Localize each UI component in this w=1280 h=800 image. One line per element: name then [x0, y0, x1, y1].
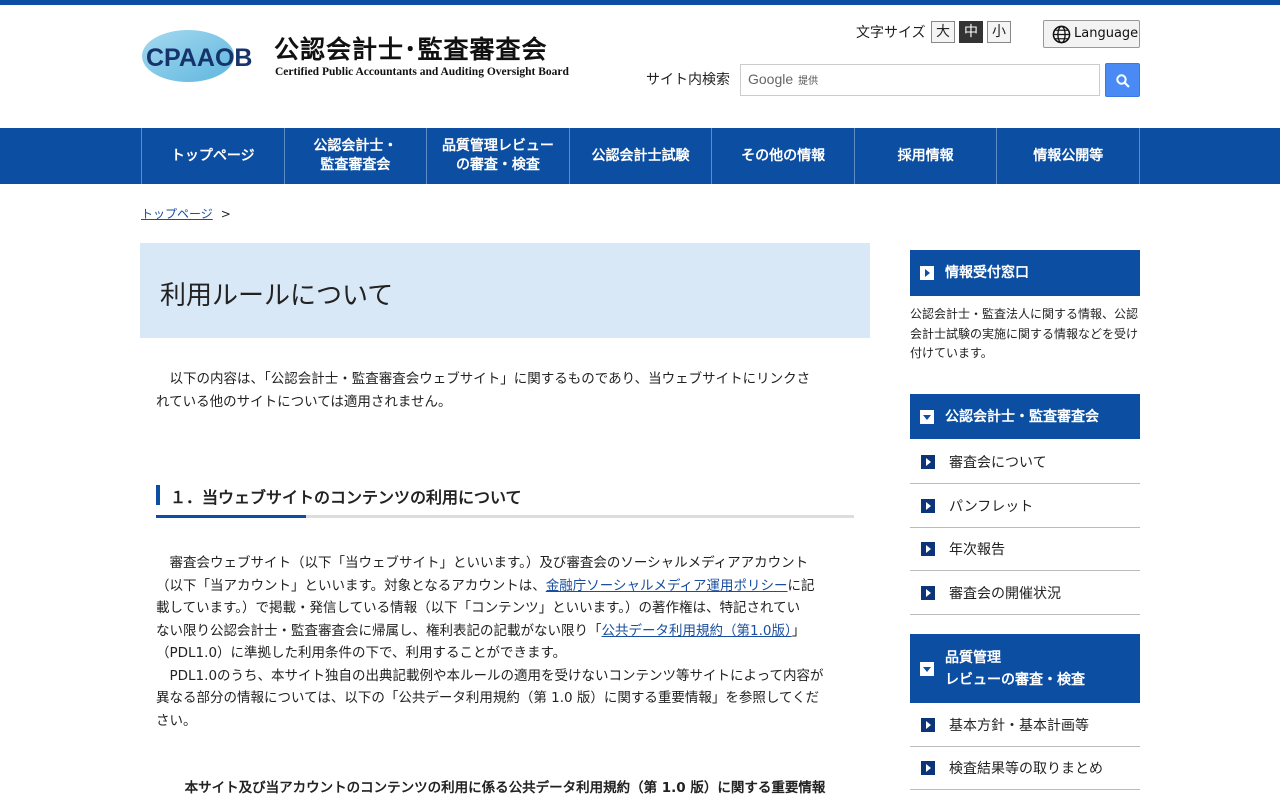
sidebar-item-annual-report[interactable]: 年次報告 [910, 527, 1140, 571]
important-info-subheading: 本サイト及び当アカウントのコンテンツの利用に係る公共データ利用規約（第 1.0 … [184, 780, 826, 796]
nav-item-label: 公認会計士試験 [591, 147, 690, 164]
heading-bar [156, 485, 160, 505]
sidebar-info-window-header[interactable]: 情報受付窓口 [910, 250, 1140, 296]
nav-item-label: その他の情報 [741, 147, 826, 164]
sidebar-item-basic-policy[interactable]: 基本方針・基本計画等 [910, 703, 1140, 747]
nav-item-disclosure[interactable]: 情報公開等 [997, 128, 1141, 184]
nav-item-label: 情報公開等 [1033, 147, 1104, 164]
nav-item-label: 公認会計士・ 監査審査会 [313, 138, 398, 173]
google-provided-text: 提供 [798, 76, 819, 87]
globe-icon [1052, 25, 1071, 44]
font-size-large-button[interactable]: 大 [931, 21, 955, 43]
nav-item-cpaaob[interactable]: 公認会計士・ 監査審査会 [285, 128, 428, 184]
site-search-label: サイト内検索 [646, 72, 730, 88]
arrow-down-icon [920, 410, 934, 424]
breadcrumb: トップページ > [141, 205, 231, 222]
sidebar-quality-review-header[interactable]: 品質管理 レビューの審査・検査 [910, 634, 1140, 703]
page-title-box: 利用ルールについて [140, 243, 870, 338]
breadcrumb-separator: > [220, 207, 231, 221]
search-icon [1116, 74, 1130, 88]
org-name-ja: 公認会計士･監査審査会 [274, 35, 548, 64]
sidebar-item-label: パンフレット [949, 499, 1034, 515]
nav-item-label: 品質管理レビュー の審査・検査 [441, 138, 554, 173]
global-nav: トップページ 公認会計士・ 監査審査会 品質管理レビュー の審査・検査 公認会計士試… [0, 128, 1280, 184]
nav-item-label: 採用情報 [897, 147, 954, 164]
sidebar-item-meetings[interactable]: 審査会の開催状況 [910, 571, 1140, 615]
font-size-medium-button[interactable]: 中 [959, 21, 983, 43]
font-size-small-button[interactable]: 小 [987, 21, 1011, 43]
arrow-right-icon [921, 499, 935, 513]
nav-item-other-info[interactable]: その他の情報 [712, 128, 855, 184]
nav-item-label: トップページ [170, 147, 255, 164]
sidebar-cpaaob-header[interactable]: 公認会計士・監査審査会 [910, 394, 1140, 439]
nav-item-cpa-exam[interactable]: 公認会計士試験 [570, 128, 713, 184]
org-name-en: Certified Public Accountants and Auditin… [275, 66, 569, 78]
sidebar-item-inspection-results[interactable]: 検査結果等の取りまとめ [910, 746, 1140, 790]
breadcrumb-home-link[interactable]: トップページ [141, 207, 213, 221]
google-watermark: Google 提供 [748, 71, 818, 87]
language-label: Language [1074, 26, 1139, 41]
sidebar-item-pamphlet[interactable]: パンフレット [910, 484, 1140, 528]
sidebar-item-label: 審査会の開催状況 [949, 586, 1061, 602]
logo-mark-text: CPAAOB [146, 44, 252, 72]
fsa-social-media-policy-link[interactable]: 金融庁ソーシャルメディア運用ポリシー [546, 578, 788, 594]
sidebar-info-note: 公認会計士・監査法人に関する情報、公認会計士試験の実施に関する情報などを受け付け… [910, 307, 1139, 360]
nav-item-quality-review[interactable]: 品質管理レビュー の審査・検査 [427, 128, 570, 184]
arrow-down-icon [920, 662, 934, 676]
language-button[interactable]: Language [1043, 20, 1140, 48]
sidebar-header-label: 公認会計士・監査審査会 [945, 409, 1099, 425]
nav-item-top[interactable]: トップページ [142, 128, 285, 184]
sidebar-header-label: 情報受付窓口 [945, 265, 1029, 281]
arrow-right-icon [921, 586, 935, 600]
nav-item-recruit[interactable]: 採用情報 [855, 128, 998, 184]
site-logo[interactable]: CPAAOB 公認会計士･監査審査会 Certified Public Acco… [142, 28, 572, 84]
pdl-terms-link[interactable]: 公共データ利用規約（第1.0版） [602, 623, 792, 639]
arrow-right-icon [921, 761, 935, 775]
arrow-right-icon [921, 542, 935, 556]
section-heading-text: １．当ウェブサイトのコンテンツの利用について [170, 488, 522, 507]
search-button[interactable] [1105, 63, 1140, 97]
intro-paragraph: 以下の内容は、「公認会計士・監査審査会ウェブサイト」に関するものであり、当ウェブ… [156, 371, 811, 410]
sidebar-header-label: 品質管理 レビューの審査・検査 [945, 650, 1085, 688]
cpaaob-logo-mark: CPAAOB [142, 30, 252, 82]
page-title: 利用ルールについて [160, 281, 394, 311]
sidebar-item-about[interactable]: 審査会について [910, 440, 1140, 484]
section-heading: １．当ウェブサイトのコンテンツの利用について [156, 484, 854, 518]
google-text: Google [748, 71, 794, 87]
arrow-right-icon [921, 718, 935, 732]
heading-underline-accent [156, 515, 306, 518]
body-paragraph: 審査会ウェブサイト（以下「当ウェブサイト」といいます。）及び審査会のソーシャルメ… [156, 555, 824, 729]
sidebar-item-label: 検査結果等の取りまとめ [949, 761, 1103, 777]
arrow-right-icon [921, 455, 935, 469]
font-size-label: 文字サイズ [856, 25, 926, 41]
site-search-input[interactable]: Google 提供 [740, 64, 1100, 96]
sidebar-item-label: 年次報告 [949, 542, 1005, 558]
arrow-right-icon [920, 266, 934, 280]
sidebar-item-label: 基本方針・基本計画等 [949, 718, 1089, 734]
top-accent-line [0, 0, 1280, 5]
sidebar-item-label: 審査会について [949, 455, 1047, 471]
